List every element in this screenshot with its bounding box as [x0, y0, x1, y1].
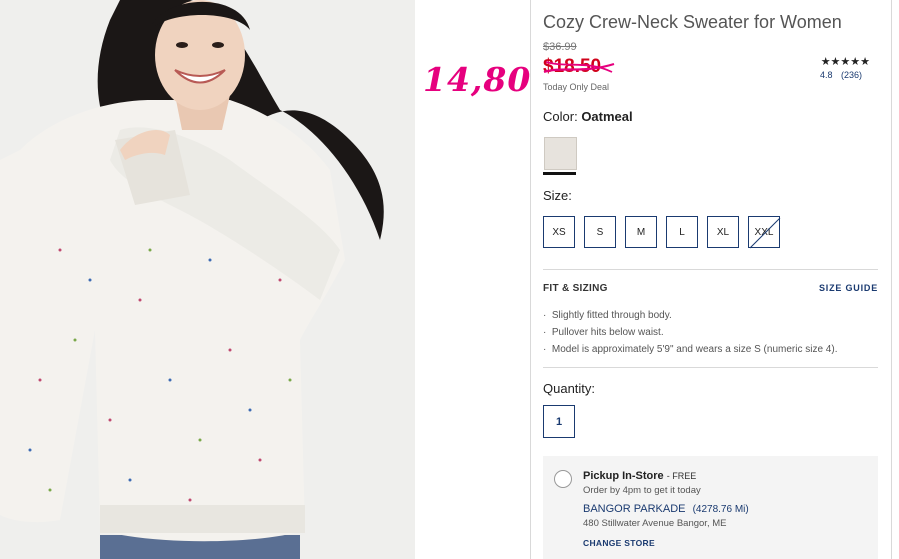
- size-guide-link[interactable]: SIZE GUIDE: [819, 283, 878, 293]
- quantity-selector[interactable]: 1: [543, 405, 575, 438]
- size-button-label: XS: [552, 226, 566, 238]
- color-swatch-oatmeal[interactable]: [544, 137, 577, 170]
- color-label: Color:: [543, 109, 578, 124]
- size-button-m[interactable]: M: [625, 216, 657, 248]
- selected-color-name: Oatmeal: [581, 109, 633, 124]
- store-name: BANGOR PARKADE: [583, 503, 686, 515]
- panel-divider-left: [530, 0, 531, 559]
- quantity-label: Quantity:: [543, 381, 596, 396]
- fit-sizing-heading: FIT & SIZING: [543, 283, 608, 294]
- product-details-panel: Cozy Crew-Neck Sweater for Women $36.99 …: [530, 0, 892, 559]
- original-price: $36.99: [543, 41, 577, 53]
- color-selector-label: Color: Oatmeal: [543, 109, 633, 124]
- rating-stars-icon[interactable]: ★★★★★: [821, 55, 870, 68]
- pickup-title: Pickup In-Store - FREE: [583, 470, 696, 482]
- pickup-radio-button[interactable]: [554, 470, 572, 488]
- deal-label: Today Only Deal: [543, 82, 610, 92]
- size-button-label: S: [596, 226, 604, 238]
- rating-score: 4.8: [819, 70, 833, 80]
- pickup-in-store-option[interactable]: Pickup In-Store - FREE Order by 4pm to g…: [543, 456, 878, 559]
- store-distance: (4278.76 Mi): [692, 504, 749, 515]
- list-item: · Pullover hits below waist.: [543, 327, 664, 338]
- panel-divider-right: [891, 0, 892, 559]
- handwritten-price-annotation: 14,80: [423, 60, 532, 99]
- size-button-s[interactable]: S: [584, 216, 616, 248]
- list-item: · Slightly fitted through body.: [543, 310, 672, 321]
- list-item: · Model is approximately 5'9" and wears …: [543, 344, 838, 355]
- product-image: [0, 0, 415, 559]
- fit-detail-text: Model is approximately 5'9" and wears a …: [551, 344, 838, 355]
- pickup-free-label: - FREE: [666, 471, 697, 481]
- size-button-xs[interactable]: XS: [543, 216, 575, 248]
- unavailable-slash-icon: [749, 217, 781, 249]
- store-address: 480 Stillwater Avenue Bangor, ME: [583, 518, 727, 529]
- pickup-label: Pickup In-Store: [583, 470, 664, 482]
- selected-swatch-indicator: [543, 172, 576, 175]
- size-label: Size:: [543, 188, 572, 203]
- divider: [543, 269, 878, 270]
- divider: [543, 367, 878, 368]
- size-button-xl[interactable]: XL: [707, 216, 739, 248]
- store-info: BANGOR PARKADE (4278.76 Mi): [583, 503, 749, 515]
- size-options: XS S M L XL XXL: [543, 216, 781, 249]
- product-title: Cozy Crew-Neck Sweater for Women: [543, 12, 842, 32]
- fit-details-list: · Slightly fitted through body. · Pullov…: [543, 307, 837, 358]
- rating-summary[interactable]: 4.8 (236): [820, 70, 862, 80]
- size-button-label: XL: [716, 226, 730, 238]
- fit-detail-text: Slightly fitted through body.: [551, 310, 672, 321]
- price-scribble-annotation: [543, 61, 615, 74]
- size-button-label: M: [636, 226, 646, 238]
- size-button-l[interactable]: L: [666, 216, 698, 248]
- fit-detail-text: Pullover hits below waist.: [551, 327, 664, 338]
- size-button-xxl-unavailable[interactable]: XXL: [748, 216, 781, 249]
- pickup-cutoff-text: Order by 4pm to get it today: [583, 485, 701, 496]
- size-button-label: L: [679, 226, 685, 238]
- review-count: (236): [840, 70, 862, 80]
- model-wearing-sweater-illustration: [0, 0, 415, 559]
- change-store-link[interactable]: CHANGE STORE: [583, 538, 655, 548]
